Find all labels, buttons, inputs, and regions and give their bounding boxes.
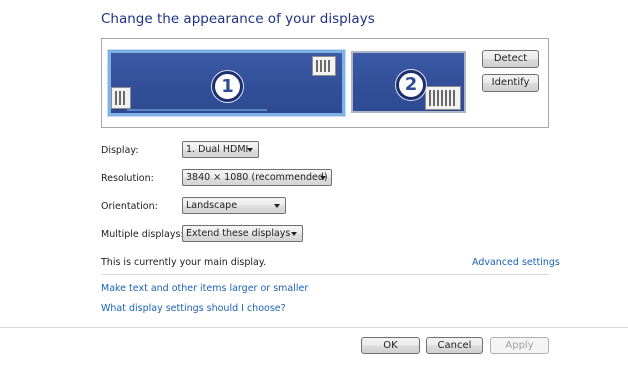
footer-divider	[0, 327, 628, 328]
taskbar-indicator	[127, 109, 267, 111]
dropdown-arrow-icon	[274, 204, 280, 208]
window-thumbnail-icon	[425, 86, 461, 110]
orientation-value: Landscape	[186, 200, 238, 211]
multiple-displays-dropdown[interactable]: Extend these displays	[182, 225, 303, 242]
display-value: 1. Dual HDMI	[186, 144, 249, 155]
advanced-settings-link[interactable]: Advanced settings	[472, 257, 560, 268]
multiple-displays-value: Extend these displays	[186, 228, 291, 239]
window-thumbnail-icon	[312, 56, 336, 76]
monitor-number: 1	[212, 71, 243, 102]
page-title: Change the appearance of your displays	[101, 11, 375, 27]
resolution-dropdown[interactable]: 3840 × 1080 (recommended)	[182, 169, 332, 186]
orientation-dropdown[interactable]: Landscape	[182, 197, 286, 214]
resolution-label: Resolution:	[101, 173, 154, 184]
cancel-button[interactable]: Cancel	[426, 337, 483, 354]
dropdown-arrow-icon	[320, 176, 326, 180]
detect-button[interactable]: Detect	[482, 50, 539, 68]
display-label: Display:	[101, 145, 139, 156]
resolution-value: 3840 × 1080 (recommended)	[186, 172, 328, 183]
monitor-number: 2	[396, 70, 426, 100]
window-thumbnail-icon	[111, 87, 131, 109]
ok-button[interactable]: OK	[361, 337, 420, 354]
divider	[101, 274, 549, 275]
apply-button[interactable]: Apply	[490, 337, 549, 354]
main-display-note: This is currently your main display.	[101, 257, 267, 268]
multiple-displays-label: Multiple displays:	[101, 229, 184, 240]
identify-button[interactable]: Identify	[482, 74, 539, 92]
monitor-1[interactable]: 1	[108, 50, 345, 116]
display-settings-help-link[interactable]: What display settings should I choose?	[101, 303, 286, 314]
monitor-2[interactable]: 2	[351, 51, 466, 113]
text-size-link[interactable]: Make text and other items larger or smal…	[101, 283, 308, 294]
dropdown-arrow-icon	[291, 232, 297, 236]
display-dropdown[interactable]: 1. Dual HDMI	[182, 141, 259, 158]
orientation-label: Orientation:	[101, 201, 158, 212]
dropdown-arrow-icon	[247, 148, 253, 152]
